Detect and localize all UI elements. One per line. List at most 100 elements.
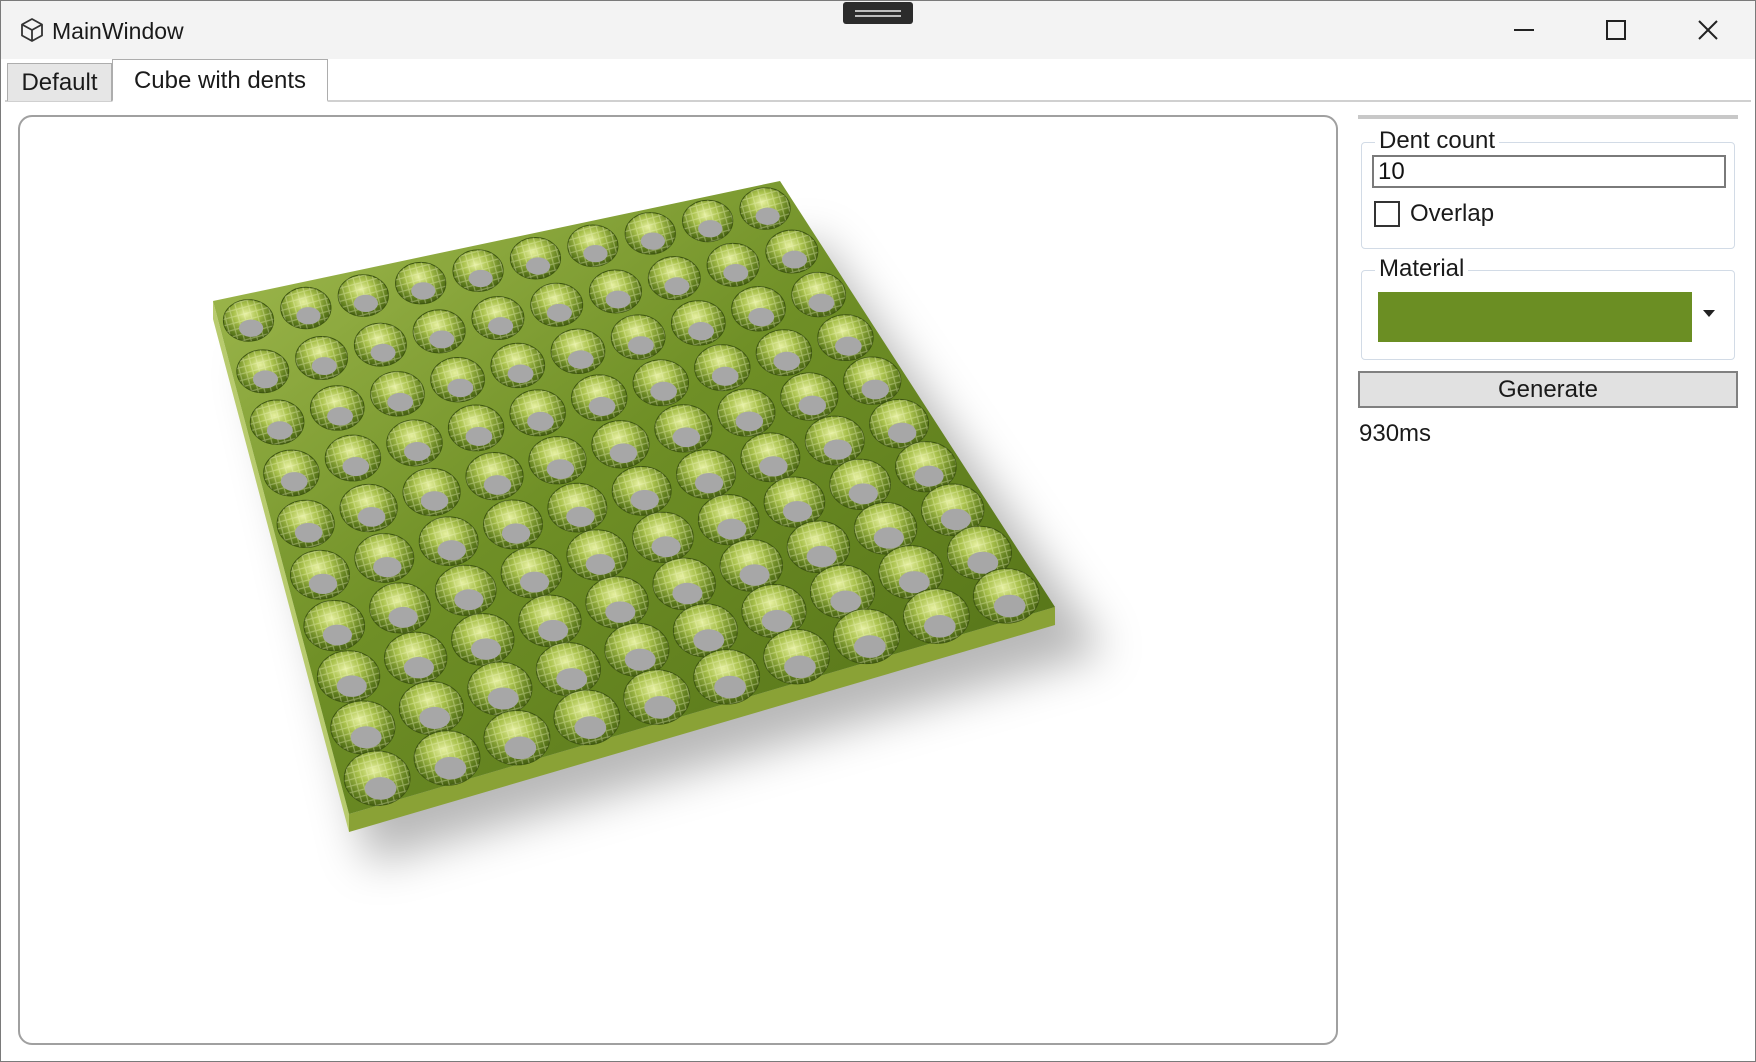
dent: [490, 342, 546, 389]
dent: [694, 344, 751, 392]
cube-icon: [21, 18, 43, 42]
dent: [418, 516, 479, 567]
dent: [398, 680, 464, 735]
dent: [610, 314, 666, 360]
generate-button[interactable]: Generate: [1358, 371, 1738, 408]
dent: [353, 322, 407, 367]
dent: [412, 309, 466, 354]
dent: [706, 242, 760, 287]
dent: [972, 568, 1040, 624]
dent: [717, 388, 776, 437]
dent: [604, 622, 670, 677]
dent: [370, 371, 425, 417]
maximize-button[interactable]: [1570, 1, 1662, 59]
dent: [471, 296, 525, 341]
dent: [740, 432, 801, 483]
dent: [624, 212, 676, 255]
dent: [869, 398, 930, 449]
dent: [413, 730, 481, 786]
dent: [731, 286, 786, 332]
dent: [384, 631, 448, 685]
dent: [765, 229, 819, 274]
dent: [697, 494, 760, 546]
dent: [465, 452, 524, 501]
material-color-swatch[interactable]: [1378, 292, 1692, 342]
dent: [632, 359, 689, 407]
dent: [369, 582, 431, 634]
drag-handle[interactable]: [843, 2, 913, 24]
dent: [518, 594, 582, 648]
dent: [452, 249, 504, 292]
dent: [451, 613, 515, 666]
dent: [611, 465, 672, 516]
dent: [755, 329, 813, 377]
dent: [434, 564, 497, 616]
dented-cube-render: [213, 181, 1105, 864]
dent: [550, 328, 606, 374]
dent: [316, 650, 381, 703]
dent: [693, 649, 761, 705]
minimize-button[interactable]: [1478, 1, 1570, 59]
material-group: Material: [1361, 255, 1735, 360]
dent: [509, 389, 566, 437]
dent: [585, 576, 649, 629]
window-title: MainWindow: [52, 18, 184, 44]
timing-label: 930ms: [1359, 420, 1432, 447]
dent: [672, 603, 738, 658]
dent: [902, 588, 970, 644]
dent: [535, 642, 601, 697]
dent: [571, 374, 628, 422]
dent: [303, 600, 366, 652]
dent: [309, 385, 365, 431]
dent: [843, 356, 902, 405]
dent: [343, 750, 411, 806]
dent: [591, 420, 650, 469]
3d-viewport[interactable]: [18, 115, 1338, 1045]
dent: [676, 449, 736, 499]
dent-count-group: Dent count Overlap: [1361, 127, 1735, 249]
dent: [623, 669, 691, 725]
dent: [829, 458, 891, 510]
dent: [566, 529, 629, 581]
dent: [833, 608, 900, 665]
dent: [236, 349, 290, 394]
title-bar[interactable]: MainWindow: [1, 1, 1755, 59]
dent: [553, 689, 621, 746]
dent: [290, 549, 350, 600]
dent: [528, 436, 587, 485]
close-button[interactable]: [1662, 1, 1754, 59]
dent: [530, 282, 584, 327]
tab-strip: Default Cube with dents: [1, 59, 1755, 102]
dent: [295, 336, 349, 380]
dent: [763, 476, 826, 528]
panel-separator: [1358, 115, 1738, 119]
dent: [780, 372, 839, 421]
dent: [467, 661, 533, 716]
dent-count-label: Dent count: [1375, 127, 1500, 155]
dent: [386, 419, 443, 467]
dent: [263, 449, 320, 497]
close-icon: [1698, 20, 1718, 40]
dent: [330, 700, 396, 755]
dent: [589, 269, 642, 314]
overlap-checkbox[interactable]: [1374, 201, 1400, 227]
dent: [547, 482, 608, 533]
dent: [430, 356, 485, 403]
dent: [354, 533, 415, 583]
dent: [763, 628, 830, 685]
chevron-down-icon[interactable]: [1702, 308, 1716, 318]
dent: [395, 261, 447, 305]
tab-default[interactable]: Default: [7, 63, 112, 101]
dent: [337, 274, 389, 317]
minimize-icon: [1514, 29, 1534, 31]
dent-count-input[interactable]: [1372, 155, 1726, 188]
tab-cube-with-dents[interactable]: Cube with dents: [112, 59, 328, 102]
dent: [654, 404, 713, 453]
dent: [817, 314, 874, 362]
dent: [249, 399, 305, 445]
dent: [447, 404, 505, 452]
overlap-label[interactable]: Overlap: [1410, 199, 1494, 229]
dent: [739, 187, 791, 230]
maximize-icon: [1606, 20, 1626, 40]
dent: [500, 547, 563, 599]
